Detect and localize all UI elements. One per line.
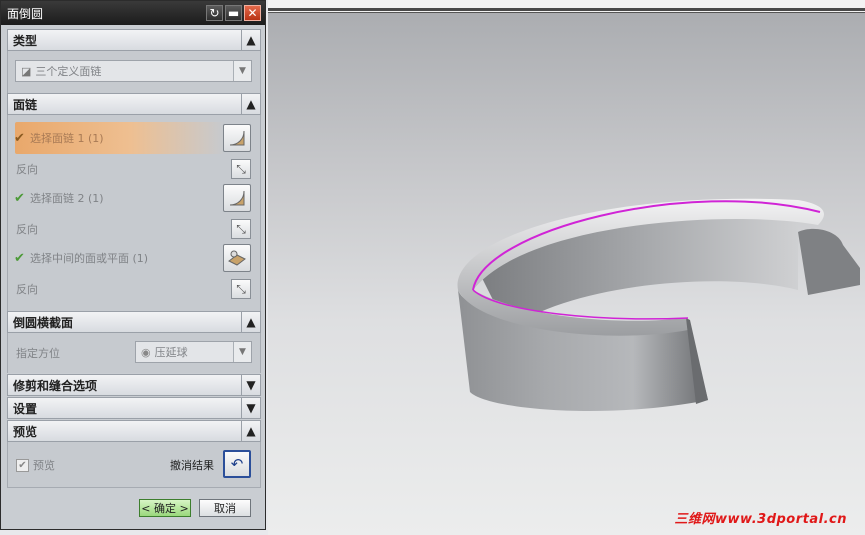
section-face-chain-header[interactable]: 面链 ▲ [7, 93, 261, 115]
chevron-up-icon[interactable]: ▲ [241, 30, 260, 50]
chevron-down-icon[interactable]: ▼ [233, 61, 251, 81]
section-cross-section-label: 倒圆横截面 [13, 315, 74, 330]
type-select-value: 三个定义面链 [35, 65, 102, 78]
face-blend-dialog: 面倒圆 ↻ ▬ ✕ 类型 ▲ ◪ 三个定义面链 ▼ 面链 ▲ ✔ 选择面链 1 … [0, 0, 266, 530]
face-chain-type-icon: ◪ [21, 64, 32, 78]
section-cross-section-body: 指定方位 ◉ 压延球 ▼ [7, 333, 261, 373]
select-face-chain-1-label: 选择面链 1 (1) [30, 132, 104, 145]
reverse-direction-2-icon[interactable]: ⤡ [231, 219, 251, 239]
section-type-body: ◪ 三个定义面链 ▼ [7, 51, 261, 93]
reverse-2-label: 反向 [16, 223, 38, 236]
section-trim-label: 修剪和缝合选项 [13, 378, 98, 393]
dialog-title: 面倒圆 [7, 6, 44, 21]
checkbox-check-icon: ✔ [16, 458, 29, 472]
section-settings-label: 设置 [13, 401, 38, 416]
reverse-3-label: 反向 [16, 283, 38, 296]
checkmark-icon: ✔ [14, 250, 25, 266]
rolling-ball-icon: ◉ [141, 345, 151, 359]
section-cross-section-header[interactable]: 倒圆横截面 ▲ [7, 311, 261, 333]
reverse-direction-3-icon[interactable]: ⤡ [231, 279, 251, 299]
face-chain-1-select-icon[interactable] [223, 124, 251, 152]
chevron-up-icon[interactable]: ▲ [241, 312, 260, 332]
select-middle-face-label: 选择中间的面或平面 (1) [30, 252, 149, 265]
ok-button[interactable]: < 确定 > [139, 499, 191, 517]
ring-model[interactable] [268, 0, 865, 535]
close-icon[interactable]: ✕ [244, 5, 261, 21]
type-select[interactable]: ◪ 三个定义面链 ▼ [15, 60, 252, 82]
section-settings-header[interactable]: 设置 ▼ [7, 397, 261, 419]
face-chain-2-select-icon[interactable] [223, 184, 251, 212]
undo-result-label: 撤消结果 [170, 459, 214, 472]
chevron-down-icon[interactable]: ▼ [241, 398, 260, 418]
section-type-header[interactable]: 类型 ▲ [7, 29, 261, 51]
section-preview-body: ✔ 预览 撤消结果 ↶ [7, 442, 261, 488]
checkmark-icon: ✔ [14, 190, 25, 206]
cancel-button[interactable]: 取消 [199, 499, 251, 517]
chevron-down-icon[interactable]: ▼ [233, 342, 251, 362]
preview-checkbox[interactable]: ✔ 预览 [16, 457, 55, 473]
reverse-2-row: 反向 [8, 215, 260, 243]
section-trim-header[interactable]: 修剪和缝合选项 ▼ [7, 374, 261, 396]
checkmark-icon: ✔ [14, 130, 25, 146]
preview-checkbox-label: 预览 [33, 459, 55, 472]
orientation-select-value: 压延球 [154, 346, 188, 359]
reverse-direction-1-icon[interactable]: ⤡ [231, 159, 251, 179]
ring-end-cap-right [798, 228, 860, 295]
minimize-icon[interactable]: ▬ [225, 5, 242, 21]
section-type-label: 类型 [13, 33, 38, 48]
reverse-3-row: 反向 [8, 275, 260, 303]
watermark-text: 三维网www.3dportal.cn [674, 512, 847, 527]
dialog-titlebar: 面倒圆 ↻ ▬ ✕ [1, 1, 265, 25]
select-face-chain-2-label: 选择面链 2 (1) [30, 192, 104, 205]
chevron-up-icon[interactable]: ▲ [241, 94, 260, 114]
middle-face-select-icon[interactable] [223, 244, 251, 272]
undo-icon: ↶ [230, 455, 244, 473]
undo-result-button[interactable]: ↶ [223, 450, 251, 478]
section-preview-label: 预览 [13, 424, 38, 439]
reset-icon[interactable]: ↻ [206, 5, 223, 21]
reverse-1-label: 反向 [16, 163, 38, 176]
chevron-up-icon[interactable]: ▲ [241, 421, 260, 441]
chevron-down-icon[interactable]: ▼ [241, 375, 260, 395]
reverse-1-row: 反向 [8, 155, 260, 183]
section-face-chain-label: 面链 [13, 97, 38, 112]
orientation-select[interactable]: ◉ 压延球 ▼ [135, 341, 252, 363]
orientation-label: 指定方位 [16, 347, 60, 360]
section-preview-header[interactable]: 预览 ▲ [7, 420, 261, 442]
section-face-chain-body: ✔ 选择面链 1 (1) 反向 ⤡ ✔ 选择面链 2 (1) 反向 ⤡ ✔ 选择… [7, 115, 261, 311]
